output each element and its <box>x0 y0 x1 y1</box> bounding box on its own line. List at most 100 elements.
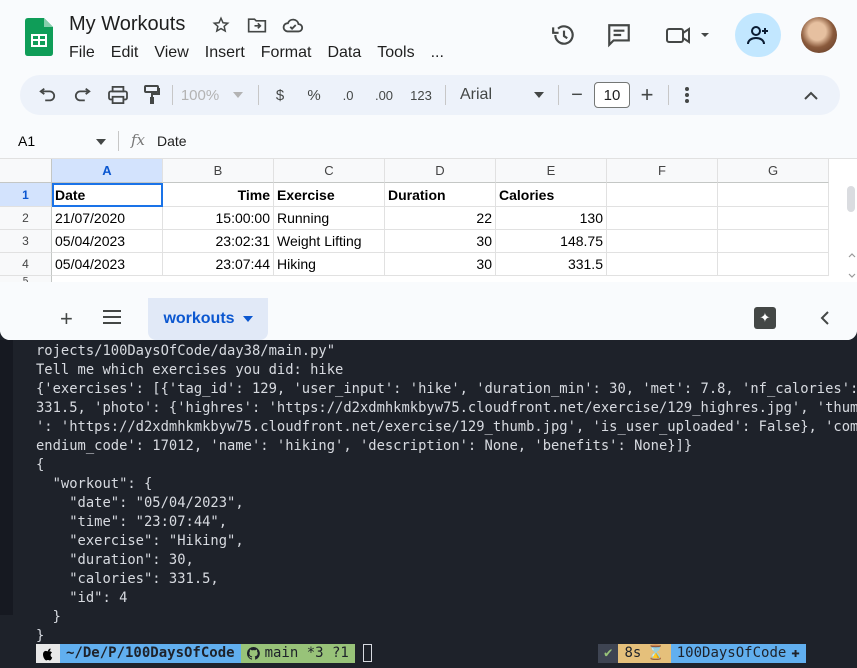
cell-e3[interactable]: 148.75 <box>496 230 607 253</box>
column-header-c[interactable]: C <box>274 159 385 183</box>
cell-b1[interactable]: Time <box>163 183 274 207</box>
cloud-status-icon[interactable] <box>282 14 304 36</box>
number-format-button[interactable]: 123 <box>408 75 434 115</box>
row-header-3[interactable]: 3 <box>0 230 52 253</box>
zoom-select[interactable]: 100% <box>178 75 222 115</box>
column-header-f[interactable]: F <box>607 159 718 183</box>
cell-c2[interactable]: Running <box>274 207 385 230</box>
cell-e2[interactable]: 130 <box>496 207 607 230</box>
cell-c1[interactable]: Exercise <box>274 183 385 207</box>
cell-c3[interactable]: Weight Lifting <box>274 230 385 253</box>
move-folder-icon[interactable] <box>246 14 268 36</box>
currency-format-button[interactable]: $ <box>270 75 290 115</box>
cell-b3[interactable]: 23:02:31 <box>163 230 274 253</box>
tab-dropdown-icon[interactable] <box>242 316 253 322</box>
all-sheets-icon[interactable] <box>103 310 121 329</box>
decrease-decimal-button[interactable]: .0 <box>336 75 360 115</box>
terminal-line: ': 'https://d2xdmhkmkbyw75.cloudfront.ne… <box>36 419 857 435</box>
cell-a2[interactable]: 21/07/2020 <box>52 207 163 230</box>
print-icon[interactable] <box>106 75 130 115</box>
terminal-line: rojects/100DaysOfCode/day38/main.py" <box>36 343 336 359</box>
percent-format-button[interactable]: % <box>304 75 324 115</box>
row-header-2[interactable]: 2 <box>0 207 52 230</box>
column-header-d[interactable]: D <box>385 159 496 183</box>
undo-icon[interactable] <box>36 75 58 115</box>
prompt-git-text: main *3 ?1 <box>264 645 349 661</box>
paint-format-icon[interactable] <box>141 75 163 115</box>
cell-b4[interactable]: 23:07:44 <box>163 253 274 276</box>
tab-workouts[interactable]: workouts <box>148 298 268 340</box>
cell-g4[interactable] <box>718 253 829 276</box>
name-box[interactable]: A1 <box>18 133 35 149</box>
explore-icon[interactable]: ✦ <box>754 307 776 329</box>
column-header-g[interactable]: G <box>718 159 829 183</box>
cell-f2[interactable] <box>607 207 718 230</box>
collapse-menus-icon[interactable] <box>800 75 822 115</box>
prompt-elapsed: 8s ⌛ <box>618 644 671 663</box>
menu-format[interactable]: Format <box>261 44 312 62</box>
add-sheet-icon[interactable]: + <box>60 306 73 332</box>
cell-f3[interactable] <box>607 230 718 253</box>
meet-video-icon[interactable] <box>665 22 711 53</box>
cell-a3[interactable]: 05/04/2023 <box>52 230 163 253</box>
cell-c4[interactable]: Hiking <box>274 253 385 276</box>
menu-data[interactable]: Data <box>327 44 361 62</box>
font-family-select[interactable]: Arial <box>460 75 500 115</box>
font-size-increase-button[interactable]: + <box>638 75 656 115</box>
select-all-corner[interactable] <box>0 159 52 183</box>
sheets-window: My Workouts File Edit View Insert Format… <box>0 0 857 340</box>
prompt-status-ok: ✔ <box>598 644 619 663</box>
terminal-cursor[interactable] <box>362 644 372 662</box>
tab-workouts-label: workouts <box>163 310 235 327</box>
increase-decimal-button[interactable]: .00 <box>371 75 397 115</box>
menu-insert[interactable]: Insert <box>205 44 245 62</box>
column-header-e[interactable]: E <box>496 159 607 183</box>
avatar[interactable] <box>801 17 837 53</box>
menu-more[interactable]: ... <box>431 44 444 62</box>
more-options-icon[interactable] <box>678 75 696 115</box>
redo-icon[interactable] <box>72 75 94 115</box>
version-history-icon[interactable] <box>551 22 577 53</box>
vertical-scroll-arrows-icon[interactable] <box>848 252 856 282</box>
column-header-b[interactable]: B <box>163 159 274 183</box>
terminal-line: "id": 4 <box>36 590 128 606</box>
zoom-dropdown-icon[interactable] <box>230 75 246 115</box>
name-box-dropdown-icon[interactable] <box>96 139 106 145</box>
cell-g2[interactable] <box>718 207 829 230</box>
side-panel-toggle-icon[interactable] <box>820 308 830 331</box>
menu-view[interactable]: View <box>154 44 188 62</box>
menu-tools[interactable]: Tools <box>377 44 414 62</box>
formula-input[interactable]: Date <box>157 133 187 149</box>
sheets-logo-icon[interactable] <box>25 18 53 56</box>
cell-d1[interactable]: Duration <box>385 183 496 207</box>
cell-g1[interactable] <box>718 183 829 207</box>
comments-icon[interactable] <box>606 22 632 53</box>
document-title[interactable]: My Workouts <box>69 13 185 36</box>
share-button[interactable] <box>735 13 781 57</box>
terminal-gutter <box>0 340 13 615</box>
cell-d2[interactable]: 22 <box>385 207 496 230</box>
row-header-1[interactable]: 1 <box>0 183 52 207</box>
cell-e4[interactable]: 331.5 <box>496 253 607 276</box>
column-header-a[interactable]: A <box>52 159 163 183</box>
row-header-5[interactable]: 5 <box>0 276 52 282</box>
font-size-decrease-button[interactable]: − <box>568 75 586 115</box>
cell-a4[interactable]: 05/04/2023 <box>52 253 163 276</box>
vertical-scrollbar[interactable] <box>847 186 855 212</box>
terminal-line: } <box>36 609 61 625</box>
cell-f4[interactable] <box>607 253 718 276</box>
prompt-venv-text: 100DaysOfCode <box>676 645 787 661</box>
cell-d4[interactable]: 30 <box>385 253 496 276</box>
spreadsheet-grid: A B C D E F G 1 2 3 4 5 Date Time Exerci… <box>0 158 857 282</box>
font-dropdown-icon[interactable] <box>532 75 546 115</box>
cell-b2[interactable]: 15:00:00 <box>163 207 274 230</box>
cell-f1[interactable] <box>607 183 718 207</box>
cell-e1[interactable]: Calories <box>496 183 607 207</box>
star-icon[interactable] <box>210 14 232 36</box>
cell-g3[interactable] <box>718 230 829 253</box>
row-header-4[interactable]: 4 <box>0 253 52 276</box>
menu-file[interactable]: File <box>69 44 95 62</box>
font-size-input[interactable]: 10 <box>594 82 630 108</box>
cell-d3[interactable]: 30 <box>385 230 496 253</box>
menu-edit[interactable]: Edit <box>111 44 139 62</box>
